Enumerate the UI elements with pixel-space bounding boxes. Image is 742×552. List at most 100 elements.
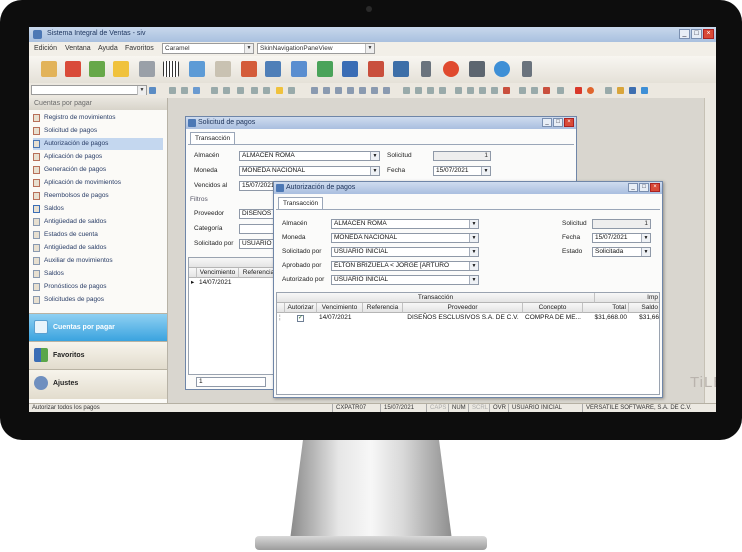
copy-icon[interactable]	[263, 87, 270, 94]
grid-cell-concepto[interactable]: COMPRA DE ME...	[523, 313, 583, 323]
menu-edicion[interactable]: Edición	[34, 45, 57, 52]
aprobado-field[interactable]: ELTON BRIZUELA < JORGE [ARTURO ▼	[331, 261, 479, 271]
power-icon[interactable]	[587, 87, 594, 94]
print-preview-icon[interactable]	[415, 87, 422, 94]
export-icon[interactable]	[288, 87, 295, 94]
bell-icon[interactable]	[617, 87, 624, 94]
grid-header-saldo[interactable]: Saldo	[629, 303, 659, 313]
first-record-icon[interactable]	[311, 87, 318, 94]
tab-transaccion[interactable]: Transacción	[278, 197, 324, 209]
paste2-icon[interactable]	[491, 87, 498, 94]
minimize-button[interactable]: _	[679, 29, 690, 39]
binoculars-icon[interactable]	[169, 87, 176, 94]
maximize-button[interactable]: □	[553, 118, 563, 127]
close-button[interactable]: ×	[564, 118, 574, 127]
new-icon[interactable]	[251, 87, 258, 94]
grid-cell-vencimiento[interactable]: 14/07/2021	[317, 313, 363, 323]
grid-cell-referencia[interactable]	[363, 313, 403, 323]
sidebar-item[interactable]: Registro de movimientos	[33, 112, 163, 124]
cut-icon[interactable]	[467, 87, 474, 94]
eraser-icon[interactable]	[503, 87, 510, 94]
document-icon[interactable]	[189, 61, 205, 77]
sidebar-item[interactable]: Pronósticos de pagos	[33, 281, 163, 293]
menu-favoritos[interactable]: Favoritos	[125, 45, 154, 52]
grid-header-concepto[interactable]: Concepto	[523, 303, 583, 313]
sidebar-item[interactable]: Auxiliar de movimientos	[33, 255, 163, 267]
redo-icon[interactable]	[455, 87, 462, 94]
fecha-field[interactable]: 15/07/2021 ▼	[433, 166, 491, 176]
grid-header-proveedor[interactable]: Proveedor	[403, 303, 523, 313]
sidebar-item[interactable]: Saldos	[33, 268, 163, 280]
next-record-icon[interactable]	[347, 87, 354, 94]
folder-icon[interactable]	[41, 61, 57, 77]
grid-header-vencimiento[interactable]: Vencimiento	[197, 268, 239, 278]
vertical-scrollbar[interactable]	[704, 98, 716, 403]
menu-ayuda[interactable]: Ayuda	[98, 45, 118, 52]
attach-icon[interactable]	[557, 87, 564, 94]
handshake-icon[interactable]	[113, 61, 129, 77]
maximize-button[interactable]: □	[691, 29, 702, 39]
autorizado-field[interactable]: USUARIO INICIAL ▼	[331, 275, 479, 285]
highlight-icon[interactable]	[276, 87, 283, 94]
sidebar-item[interactable]: Antigüedad de saldos	[33, 242, 163, 254]
lock-icon[interactable]	[605, 87, 612, 94]
close-button[interactable]: ×	[703, 29, 714, 39]
sidebar-item[interactable]: Autorización de pagos	[33, 138, 163, 150]
scale-icon[interactable]	[393, 61, 409, 77]
next-page-icon[interactable]	[359, 87, 366, 94]
estado-field[interactable]: Solicitada ▼	[592, 247, 651, 257]
solicitado-field[interactable]: USUARIO INICIAL ▼	[331, 247, 479, 257]
nav-pane-ajustes[interactable]: Ajustes	[29, 369, 167, 399]
sidebar-item[interactable]: Aplicación de pagos	[33, 151, 163, 163]
check-cash-icon[interactable]	[89, 61, 105, 77]
tools-icon[interactable]	[469, 61, 485, 77]
almacen-field[interactable]: ALMACEN ROMA ▼	[331, 219, 479, 229]
mobile-icon[interactable]	[522, 61, 532, 77]
sidebar-item[interactable]: Antigüedad de saldos	[33, 216, 163, 228]
fecha-field[interactable]: 15/07/2021 ▼	[592, 233, 651, 243]
minimize-button[interactable]: _	[628, 183, 638, 192]
calendar-icon[interactable]	[368, 61, 384, 77]
filter-icon[interactable]	[383, 87, 390, 94]
report-icon[interactable]	[265, 61, 281, 77]
grid-header-vencimiento[interactable]: Vencimiento	[317, 303, 363, 313]
sidebar-item[interactable]: Saldos	[33, 203, 163, 215]
grid-cell-total[interactable]: $31,668.00	[583, 313, 629, 323]
search-icon[interactable]	[149, 87, 156, 94]
cancel-icon[interactable]	[575, 87, 582, 94]
register-icon[interactable]	[241, 61, 257, 77]
nav-pane-favoritos[interactable]: Favoritos	[29, 341, 167, 369]
sidebar-item[interactable]: Solicitudes de pagos	[33, 294, 163, 306]
last-record-icon[interactable]	[371, 87, 378, 94]
moneda-field[interactable]: MONEDA NACIONAL ▼	[331, 233, 479, 243]
refresh-icon[interactable]	[494, 61, 510, 77]
mail-icon[interactable]	[531, 87, 538, 94]
user-icon[interactable]	[629, 87, 636, 94]
edit-icon[interactable]	[211, 87, 218, 94]
clipboard-icon[interactable]	[427, 87, 434, 94]
id-card-icon[interactable]	[215, 61, 231, 77]
maximize-button[interactable]: □	[639, 183, 649, 192]
grid-cell-saldo[interactable]: $31,66	[629, 313, 659, 323]
grid-header-autorizar[interactable]: Autorizar	[285, 303, 317, 313]
tab-transaccion[interactable]: Transacción	[190, 132, 236, 144]
sidebar-item[interactable]: Reembolsos de pagos	[33, 190, 163, 202]
grid-cell-vencimiento[interactable]: 14/07/2021	[197, 278, 239, 288]
almacen-field[interactable]: ALMACEN ROMA ▼	[239, 151, 380, 161]
sidebar-item[interactable]: Generación de pagos	[33, 164, 163, 176]
sheet-icon[interactable]	[519, 87, 526, 94]
moneda-field[interactable]: MONEDA NACIONAL ▼	[239, 166, 380, 176]
print-icon[interactable]	[403, 87, 410, 94]
upload-icon[interactable]	[641, 87, 648, 94]
list-icon[interactable]	[181, 87, 188, 94]
prev-record-icon[interactable]	[335, 87, 342, 94]
sidebar-item[interactable]: Solicitud de pagos	[33, 125, 163, 137]
report2-icon[interactable]	[543, 87, 550, 94]
sidebar-item[interactable]: Aplicación de movimientos	[33, 177, 163, 189]
reload-icon[interactable]	[193, 87, 200, 94]
user-report-icon[interactable]	[291, 61, 307, 77]
menu-ventana[interactable]: Ventana	[65, 45, 91, 52]
cart-icon[interactable]	[65, 61, 81, 77]
skin-combo[interactable]: SkinNavigationPaneView ▼	[257, 43, 375, 54]
paste-icon[interactable]	[439, 87, 446, 94]
